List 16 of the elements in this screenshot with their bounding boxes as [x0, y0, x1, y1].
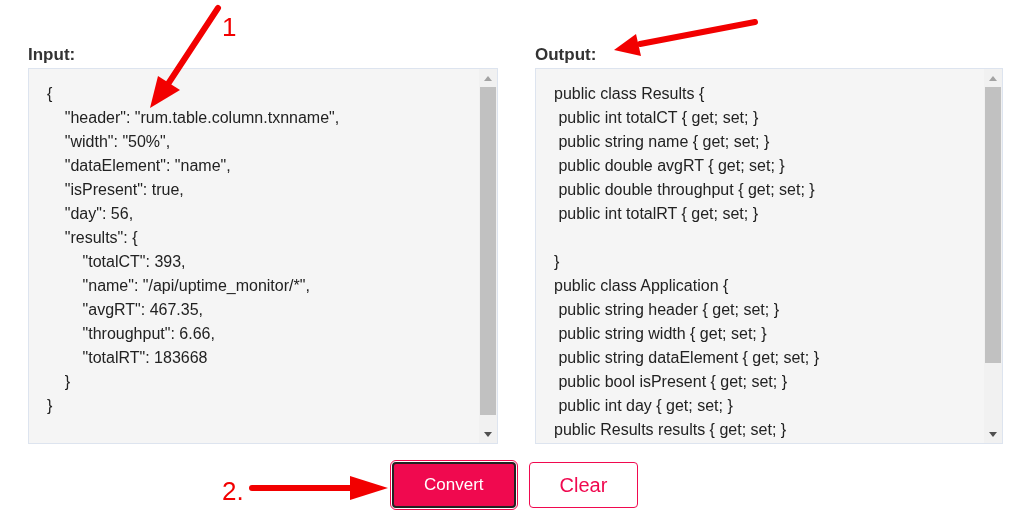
scrollbar[interactable]	[479, 69, 497, 443]
scroll-down-icon[interactable]	[989, 431, 997, 437]
annotation-number: 2.	[222, 478, 244, 504]
scrollbar[interactable]	[984, 69, 1002, 443]
input-label: Input:	[28, 44, 77, 66]
output-label: Output:	[535, 44, 598, 66]
scrollbar-thumb[interactable]	[480, 87, 496, 415]
input-field[interactable]: { "header": "rum.table.column.txnname", "width": "50%", "dataElement": "name", "isPresent": true, "day": 56, "results": { "totalCT": 393, "name": "/api/uptime_monitor/*", "avgRT": 467.35, "throughput": 6.66, "totalRT": 183668 } }	[28, 68, 498, 444]
scroll-up-icon[interactable]	[484, 75, 492, 81]
scrollbar-thumb[interactable]	[985, 87, 1001, 363]
scroll-up-icon[interactable]	[989, 75, 997, 81]
convert-button[interactable]: Convert	[392, 462, 516, 508]
scroll-down-icon[interactable]	[484, 431, 492, 437]
output-field[interactable]: public class Results { public int totalCT { get; set; } public string name { get; set; } public double avgRT { get; set; } public double throughput { get; set; } public int totalRT { get; set; } } public class Application { public string header { get; set; } public string width { get; set; } public string dataElement { get; set; } public bool isPresent { get; set; } public int day { get; set; } public Results results { get; set; }	[535, 68, 1003, 444]
clear-button[interactable]: Clear	[528, 462, 639, 508]
annotation-number: 1	[222, 14, 237, 40]
